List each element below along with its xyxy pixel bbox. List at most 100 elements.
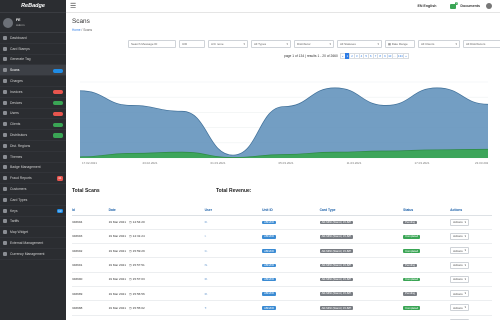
- sidebar-item-charges[interactable]: Charges: [0, 76, 66, 87]
- table-row[interactable]: 346691 19 Mar 2021 ◷15:57:51 N. A8F2D0 AR-MIN…: [72, 257, 492, 273]
- sidebar-item-fraud-reports[interactable]: Fraud Reports 41: [0, 173, 66, 185]
- sidebar-nav: Dashboard Card Stamps Generate Tag Scans Cha…: [0, 33, 66, 260]
- unit-id-badge[interactable]: A8F2D0: [262, 277, 276, 282]
- column-header[interactable]: Card Type: [319, 206, 404, 216]
- sidebar-item-distributors[interactable]: Distributors: [0, 130, 66, 141]
- types-select[interactable]: All Types ▾: [251, 40, 291, 48]
- sidebar-item-external-management[interactable]: External Management: [0, 238, 66, 249]
- actions-dropdown[interactable]: Actions▾: [450, 275, 469, 283]
- language-selector[interactable]: EN English: [417, 4, 436, 8]
- date-cell: 19 Mar 2021 ◷15:59:29: [108, 243, 205, 259]
- scans-table: Id Date User Unit ID Card Type Status Actions …: [72, 206, 492, 320]
- status-pill: [53, 90, 63, 95]
- unit-cell: A8F2D0: [262, 272, 320, 287]
- actions-dropdown[interactable]: Actions▾: [450, 290, 469, 298]
- sidebar-item-badge-management[interactable]: Badge Management: [0, 163, 66, 174]
- sidebar-item-tariffs[interactable]: Tariffs: [0, 217, 66, 228]
- user-link: R.: [204, 291, 208, 296]
- table-row[interactable]: 34668719 Mar 2021◷15:54:08C.A8F2D0AR-MIN…: [72, 315, 492, 320]
- status-badge: Completed: [403, 277, 421, 282]
- scan-time: 15:55:02: [132, 305, 145, 310]
- column-header[interactable]: Id: [72, 206, 109, 216]
- hamburger-menu-icon[interactable]: ☰: [70, 2, 77, 10]
- column-header[interactable]: Unit ID: [262, 206, 320, 216]
- user-cell[interactable]: I.: [204, 229, 263, 245]
- uid-input[interactable]: UID: [179, 40, 205, 48]
- table-row[interactable]: 346690 19 Mar 2021 ◷15:57:03 R. A8F2D0 AR-MIN…: [72, 272, 492, 287]
- clients-select[interactable]: All Clients ▾: [418, 40, 460, 48]
- status-select[interactable]: All Statuses ▾: [337, 40, 382, 48]
- sidebar-item-map-widget[interactable]: Map Widget: [0, 227, 66, 239]
- user-profile[interactable]: FE Admin: [0, 13, 66, 33]
- table-row[interactable]: 346692 19 Mar 2021 ◷15:59:29 C. A8F2D0 AR-MIN…: [72, 243, 492, 259]
- actions-dropdown[interactable]: Actions▾: [450, 218, 469, 226]
- table-row[interactable]: 346688 19 Mar 2021 ◷15:55:02 T. A8F2D0 AR-MIN…: [72, 300, 492, 316]
- sidebar-item-keys[interactable]: Keys 13: [0, 206, 66, 217]
- user-cell[interactable]: D.: [204, 215, 263, 230]
- card-type-cell: AR-MINI (Stand.) 15-B/P: [319, 300, 404, 316]
- sidebar-item-dashboard[interactable]: Dashboard: [0, 33, 66, 44]
- sidebar-item-themes[interactable]: Themes: [0, 152, 66, 163]
- message-id-search-input[interactable]: Search Message ID: [128, 40, 176, 48]
- sidebar-item-label: Generate Tag: [10, 57, 31, 62]
- unit-id-badge[interactable]: A8F2D0: [262, 220, 276, 225]
- sidebar-item-devices[interactable]: Devices: [0, 98, 66, 109]
- table-row[interactable]: 346694 19 Mar 2021 ◷14:54:20 D. A8F2D0 AR-MIN…: [72, 215, 492, 230]
- sidebar-item-clients[interactable]: Clients: [0, 119, 66, 131]
- sidebar-item-card-types[interactable]: Card Types: [0, 195, 66, 206]
- table-row[interactable]: 346689 19 Mar 2021 ◷15:56:56 R. A8F2D0 AR-MIN…: [72, 286, 492, 302]
- status-pill: [53, 122, 63, 127]
- user-cell[interactable]: R.: [204, 286, 263, 302]
- actions-dropdown[interactable]: Actions▾: [450, 247, 469, 255]
- unit-id-badge[interactable]: A8F2D0: [262, 306, 276, 311]
- card-type-cell: AR-MINI (Stand.) 15-B/P: [319, 272, 404, 287]
- chevron-down-icon: ▾: [464, 292, 466, 296]
- actions-dropdown[interactable]: Actions▾: [450, 232, 469, 240]
- unit-id-badge[interactable]: A8F2D0: [262, 292, 276, 296]
- user-cell[interactable]: N.: [204, 257, 263, 273]
- sidebar-item-dist-regions[interactable]: Dist. Regions: [0, 141, 66, 152]
- user-cell[interactable]: R.: [204, 272, 263, 287]
- cart-icon[interactable]: 0: [450, 1, 459, 9]
- main-content: Scans Home / Scans Search Message ID UID…: [66, 13, 500, 320]
- page-link[interactable]: »: [403, 53, 409, 59]
- card-type-badge: AR-MINI (Stand.) 15-B/P: [319, 292, 354, 296]
- distributors-select[interactable]: All Distributors▾: [463, 40, 500, 48]
- column-header[interactable]: Date: [108, 206, 205, 216]
- documents-link[interactable]: Documents: [460, 4, 480, 8]
- sort-select[interactable]: A/C none ▾: [208, 40, 248, 48]
- sidebar-item-scans[interactable]: Scans: [0, 65, 66, 77]
- unit-id-badge[interactable]: A8F2D0: [262, 249, 276, 253]
- card-type-cell: AR-MINI (Stand.) 15-B/P: [319, 257, 404, 273]
- user-cell[interactable]: T.: [204, 300, 263, 316]
- table-row[interactable]: 346693 19 Mar 2021 ◷14:31:24 I. A8F2D0 AR-MIN…: [72, 229, 492, 245]
- sidebar-item-generate-tag[interactable]: Generate Tag: [0, 55, 66, 66]
- user-cell[interactable]: C.: [204, 243, 263, 259]
- nav-icon: [3, 251, 7, 256]
- actions-dropdown[interactable]: Actions▾: [450, 304, 469, 312]
- sidebar-item-card-stamps[interactable]: Card Stamps: [0, 44, 66, 55]
- actions-label: Actions: [453, 263, 463, 268]
- column-header[interactable]: User: [204, 206, 263, 216]
- status-cell: Completed: [403, 243, 451, 259]
- sidebar-item-invoices[interactable]: Invoices: [0, 87, 66, 98]
- id-cell: 346691: [72, 257, 109, 273]
- unit-id-badge[interactable]: A8F2D0: [262, 263, 276, 268]
- breadcrumb-home[interactable]: Home: [72, 28, 81, 32]
- sidebar-item-users[interactable]: Users: [0, 109, 66, 120]
- sidebar-item-currency-management[interactable]: Currency Management: [0, 249, 66, 260]
- scan-id: 346691: [72, 263, 83, 268]
- unit-id-badge[interactable]: A8F2D0: [262, 235, 276, 239]
- user-menu-icon[interactable]: [486, 3, 492, 9]
- distributor-select[interactable]: Distributor ▾: [294, 40, 334, 48]
- card-type-cell: AR-MINI (Stand.) 15-B/P: [319, 286, 404, 302]
- user-cell[interactable]: C.: [204, 315, 263, 320]
- date-range-picker[interactable]: ▦ Date Range: [385, 40, 415, 48]
- column-header[interactable]: Status: [403, 206, 451, 216]
- actions-dropdown[interactable]: Actions▾: [450, 261, 469, 269]
- column-header[interactable]: Actions: [450, 206, 492, 216]
- status-pill: [53, 100, 63, 106]
- sidebar-item-customers[interactable]: Customers: [0, 184, 66, 195]
- nav-icon: [3, 187, 7, 192]
- id-cell: 346694: [72, 215, 109, 230]
